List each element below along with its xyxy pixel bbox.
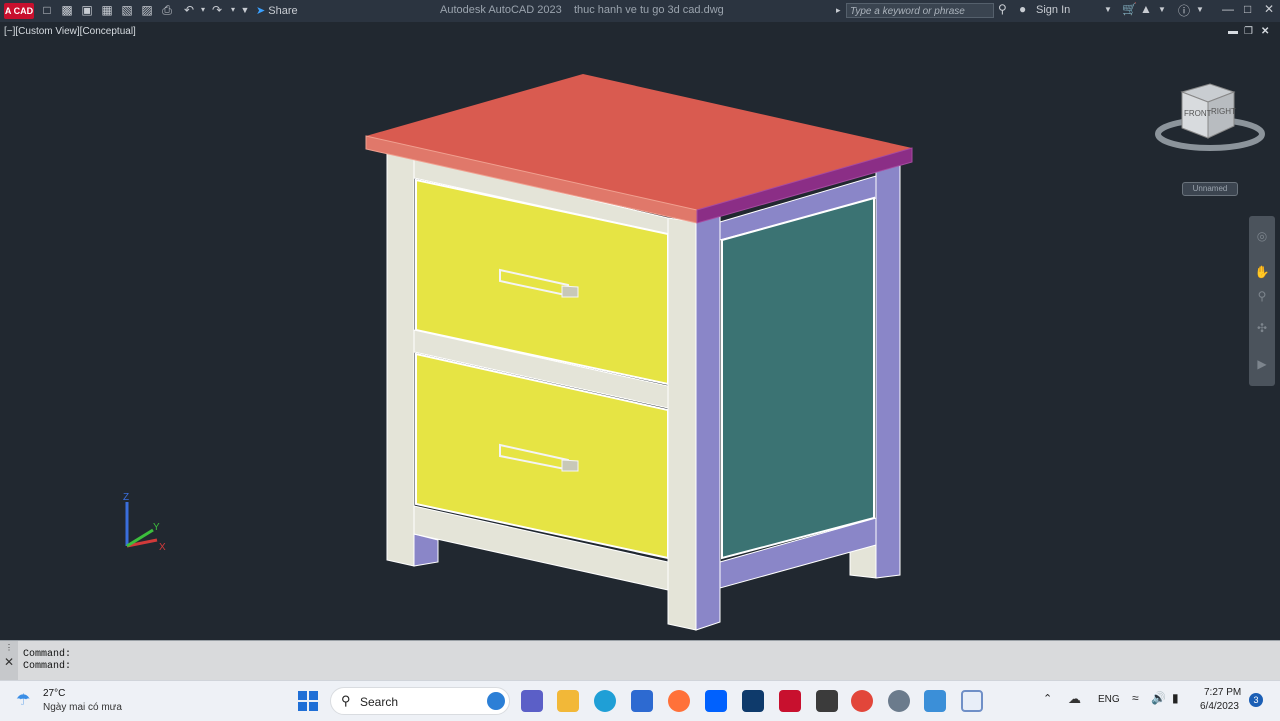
- edge-icon[interactable]: [594, 690, 616, 712]
- command-history-line: Command:: [23, 661, 72, 672]
- cabinet-3d-model[interactable]: [0, 0, 1280, 720]
- notification-badge[interactable]: 3: [1249, 693, 1263, 707]
- autodesk-app-taskbar-icon[interactable]: [742, 690, 764, 712]
- remote-desktop-icon[interactable]: [924, 690, 946, 712]
- side-panel: [721, 196, 875, 560]
- sketchup-icon[interactable]: [816, 690, 838, 712]
- battery-icon[interactable]: ▮: [1172, 691, 1179, 705]
- onedrive-icon[interactable]: ☁: [1068, 691, 1081, 707]
- showmotion-icon[interactable]: ▶: [1254, 356, 1270, 372]
- teams-icon[interactable]: [521, 690, 543, 712]
- right-front-post-side: [695, 214, 721, 631]
- command-close-icon[interactable]: ✕: [4, 655, 14, 669]
- weather-icon[interactable]: ☂: [16, 690, 30, 710]
- ucs-icon: Z X Y: [123, 492, 166, 553]
- viewcube-front-label: FRONT: [1184, 109, 1212, 118]
- start-menu-icon[interactable]: [298, 691, 318, 711]
- snipping-tool-icon[interactable]: [961, 690, 983, 712]
- orbit-icon[interactable]: ✣: [1254, 320, 1270, 336]
- zoom-extents-icon[interactable]: ⚲: [1254, 288, 1270, 304]
- weather-temperature[interactable]: 27°C: [43, 688, 65, 699]
- taskbar-search-icon: ⚲: [341, 693, 351, 708]
- viewcube[interactable]: FRONT RIGHT: [1150, 80, 1270, 160]
- right-front-post-front: [667, 217, 697, 631]
- file-explorer-icon[interactable]: [557, 690, 579, 712]
- taskbar-search-box[interactable]: ⚲ Search: [330, 687, 510, 715]
- ucs-y-label: Y: [153, 522, 160, 533]
- viewcube-right-label: RIGHT: [1211, 107, 1236, 116]
- navigation-bar: ◎ ✋ ⚲ ✣ ▶: [1249, 216, 1275, 386]
- dropbox-icon[interactable]: [705, 690, 727, 712]
- ucs-z-label: Z: [123, 492, 129, 503]
- volume-icon[interactable]: 🔊: [1151, 691, 1166, 705]
- command-window-grip[interactable]: ⋮ ✕: [0, 641, 18, 683]
- store-icon[interactable]: [631, 690, 653, 712]
- weather-description[interactable]: Ngày mai có mưa: [43, 702, 122, 713]
- clock-time[interactable]: 7:27 PM: [1204, 687, 1241, 698]
- taskbar-search-label: Search: [360, 695, 399, 709]
- command-grip-dots-icon: ⋮: [5, 643, 13, 652]
- language-indicator[interactable]: ENG: [1098, 694, 1120, 705]
- windows-taskbar: ☂ 27°C Ngày mai có mưa ⚲ Search ⌃ ☁ ENG …: [0, 680, 1280, 721]
- firefox-icon[interactable]: [668, 690, 690, 712]
- settings-icon[interactable]: [888, 690, 910, 712]
- wifi-icon[interactable]: ≈: [1132, 691, 1139, 705]
- command-window[interactable]: ⋮ ✕ Command: Command:: [0, 640, 1280, 683]
- command-history-line: Command:: [23, 649, 72, 660]
- named-view-dropdown[interactable]: Unnamed: [1182, 182, 1238, 196]
- tray-overflow-icon[interactable]: ⌃: [1043, 692, 1052, 705]
- left-front-post-front: [386, 151, 415, 567]
- ucs-x-label: X: [159, 542, 166, 553]
- bing-icon[interactable]: [487, 692, 505, 710]
- right-rear-post: [875, 164, 901, 579]
- pan-icon[interactable]: ✋: [1254, 264, 1270, 280]
- autocad-taskbar-icon[interactable]: [779, 690, 801, 712]
- steering-wheel-icon[interactable]: ◎: [1254, 228, 1270, 244]
- chrome-icon[interactable]: [851, 690, 873, 712]
- clock-date[interactable]: 6/4/2023: [1200, 701, 1239, 712]
